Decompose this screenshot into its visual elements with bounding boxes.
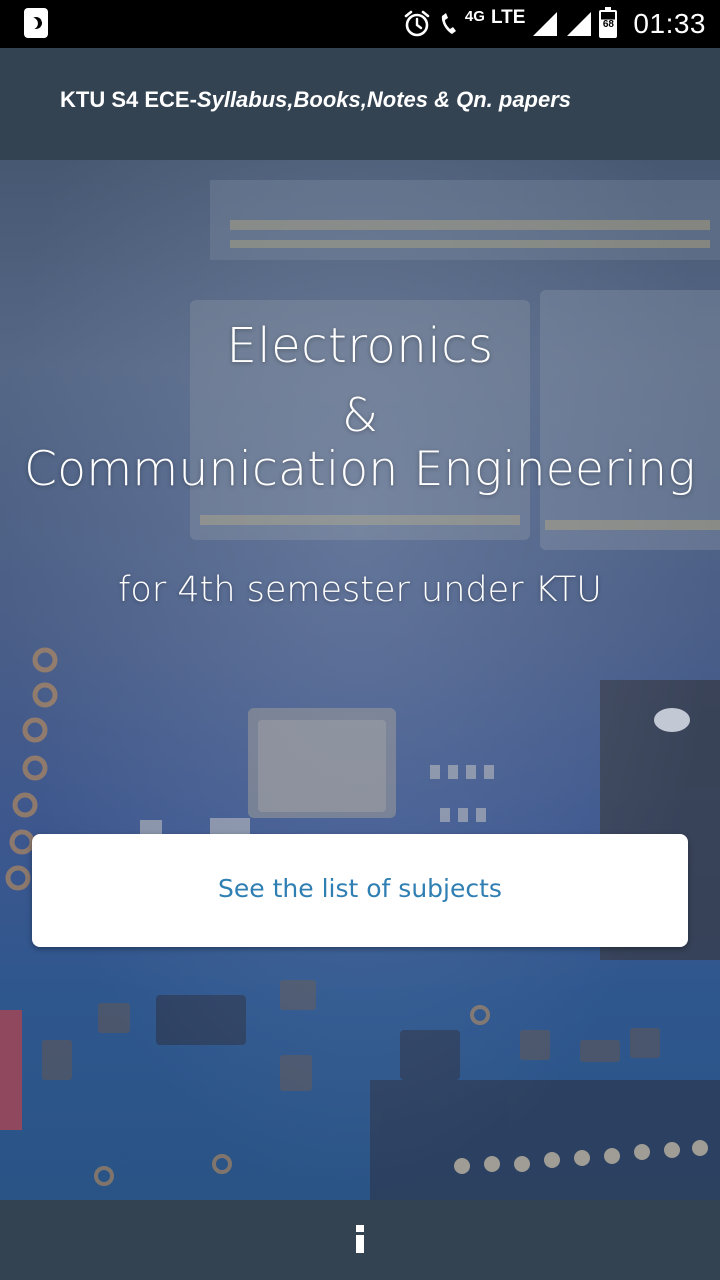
info-icon	[356, 1225, 364, 1253]
status-bar: 4G LTE 68 01:33	[0, 0, 720, 48]
info-button[interactable]	[330, 1210, 390, 1270]
status-icons: 4G LTE 68 01:33	[403, 0, 706, 48]
battery-level: 68	[602, 19, 614, 30]
hero-subtitle: for 4th semester under KTU	[118, 570, 602, 610]
network-type-4g: 4G	[464, 7, 485, 25]
signal-icon	[531, 10, 559, 38]
network-type-lte: LTE	[490, 6, 526, 28]
hero-overlay	[0, 160, 720, 1200]
see-subjects-button[interactable]: See the list of subjects	[32, 834, 688, 947]
signal-icon-sim2	[565, 10, 593, 38]
hero-banner: Electronics & Communication Engineering …	[0, 160, 720, 1200]
see-subjects-label: See the list of subjects	[218, 874, 502, 903]
hero-title-line1: Electronics	[226, 318, 494, 374]
app-title-prefix: KTU S4 ECE-	[60, 87, 197, 112]
bottom-bar	[0, 1200, 720, 1280]
app-title: KTU S4 ECE-Syllabus,Books,Notes & Qn. pa…	[60, 87, 571, 113]
app-bar: KTU S4 ECE-Syllabus,Books,Notes & Qn. pa…	[0, 48, 720, 160]
alarm-icon	[403, 10, 431, 38]
moon-icon	[28, 15, 43, 30]
notification-badge	[24, 8, 48, 38]
clock: 01:33	[633, 8, 706, 39]
hero-title-ampersand: &	[342, 388, 378, 442]
app-title-suffix: Syllabus,Books,Notes & Qn. papers	[196, 87, 572, 112]
hero-title-line3: Communication Engineering	[24, 442, 696, 497]
volte-call-icon	[437, 9, 463, 39]
battery-icon: 68	[599, 7, 618, 38]
